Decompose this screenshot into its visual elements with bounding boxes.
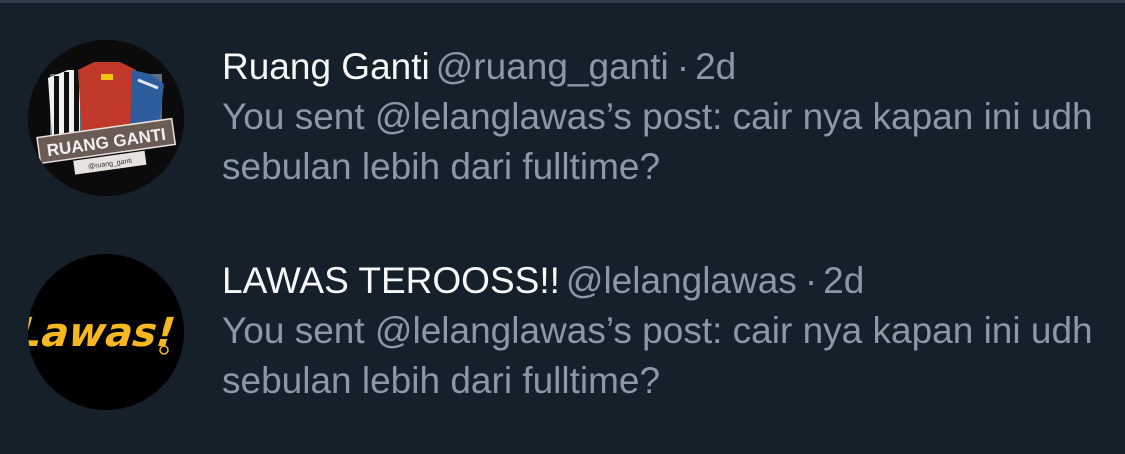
avatar[interactable]: RUANG GANTI @ruang_ganti [28,40,184,196]
top-divider [0,0,1125,3]
user-handle[interactable]: @ruang_ganti [436,46,669,87]
timestamp: 2d [823,260,865,301]
user-handle[interactable]: @lelanglawas [566,260,797,301]
avatar-logo-text: Lawas! [28,310,177,356]
avatar[interactable]: Lawas! [28,254,184,410]
ruang-ganti-logo: RUANG GANTI @ruang_ganti [28,40,184,196]
separator-dot: · [676,46,690,87]
separator-dot: · [804,260,818,301]
conversation-header: Ruang Ganti @ruang_ganti · 2d [222,44,1112,90]
display-name[interactable]: Ruang Ganti [222,46,430,87]
lawas-logo: Lawas! [28,254,184,410]
conversation-header: LAWAS TEROOSS!! @lelanglawas · 2d [222,258,1112,304]
timestamp: 2d [695,46,737,87]
message-preview: You sent @lelanglawas’s post: cair nya k… [222,310,1093,401]
conversation-item-ruang-ganti[interactable]: RUANG GANTI @ruang_ganti Ruang Ganti @rua… [0,30,1125,230]
conversation-item-lawas-terooss[interactable]: Lawas! LAWAS TEROOSS!! @lelanglawas · 2d Yo… [0,244,1125,444]
display-name[interactable]: LAWAS TEROOSS!! [222,260,560,301]
message-preview: You sent @lelanglawas’s post: cair nya k… [222,96,1093,187]
